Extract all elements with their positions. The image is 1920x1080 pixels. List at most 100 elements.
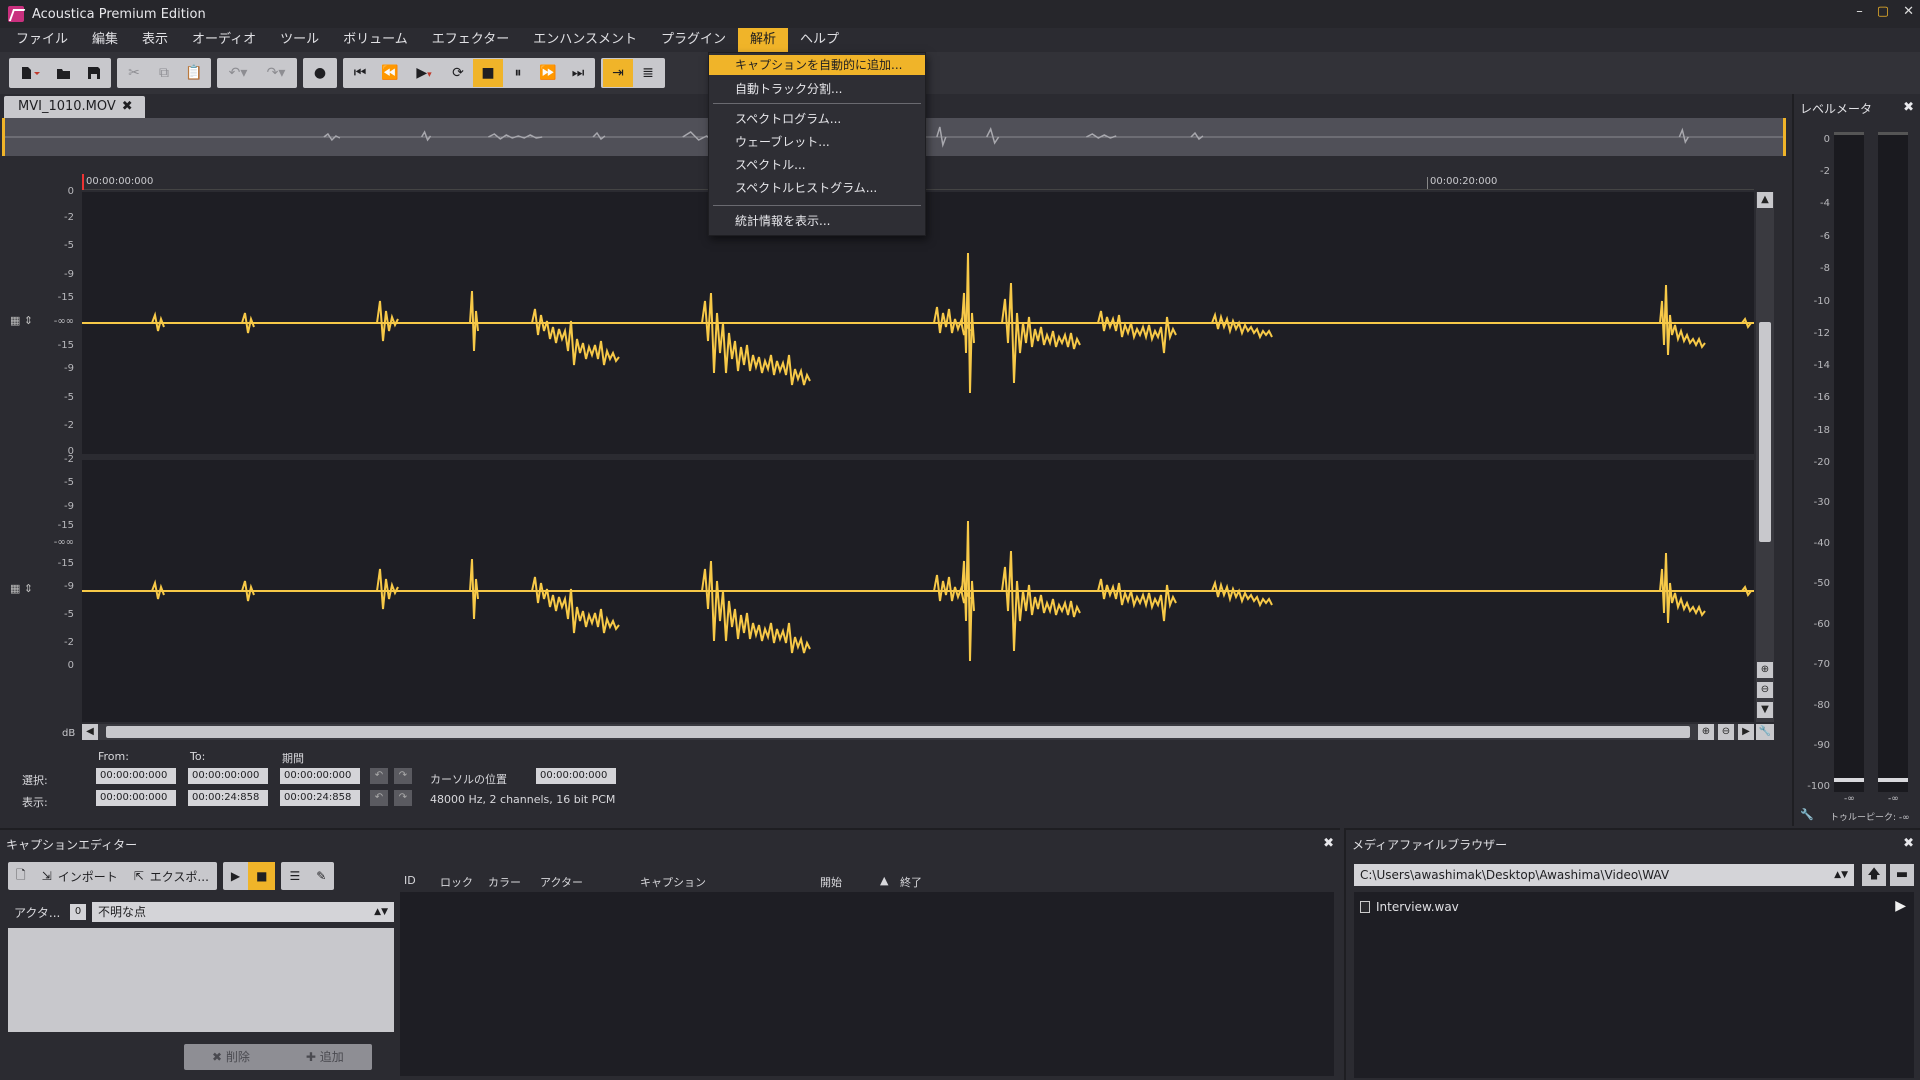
close-button[interactable]: ✕: [1903, 4, 1914, 19]
caption-editor-close-icon[interactable]: ✖: [1323, 836, 1334, 851]
menu-enhancement[interactable]: エンハンスメント: [521, 28, 649, 52]
caption-new-button[interactable]: 🗋: [8, 862, 34, 890]
menu-item-spectrum-histogram[interactable]: スペクトルヒストグラム...: [709, 178, 925, 198]
col-id[interactable]: ID: [404, 874, 416, 887]
menu-file[interactable]: ファイル: [4, 28, 80, 52]
hscroll-thumb[interactable]: [106, 726, 1690, 738]
zoom-in-icon[interactable]: ⊕: [1757, 662, 1773, 678]
close-tab-icon[interactable]: ✖: [122, 99, 133, 114]
level-meter-close-icon[interactable]: ✖: [1903, 100, 1914, 115]
scroll-up-icon[interactable]: ▲: [1757, 192, 1773, 208]
menu-item-statistics[interactable]: 統計情報を表示...: [709, 211, 925, 231]
col-end[interactable]: 終了: [900, 874, 922, 890]
tab-document[interactable]: MVI_1010.MOV ✖: [4, 96, 145, 118]
maximize-button[interactable]: ▢: [1877, 4, 1889, 19]
minimize-button[interactable]: –: [1856, 4, 1863, 19]
view-redo-icon[interactable]: ↷: [394, 790, 412, 806]
magic-wand-icon: ✎: [316, 869, 327, 883]
copy-button[interactable]: ⧉: [149, 59, 179, 87]
col-color[interactable]: カラー: [488, 874, 521, 890]
paste-button[interactable]: 📋: [179, 59, 209, 87]
media-browser-close-icon[interactable]: ✖: [1903, 836, 1914, 851]
playhead[interactable]: [82, 174, 84, 190]
record-button[interactable]: ●: [305, 59, 335, 87]
caption-import-button[interactable]: ⇲ インポート: [34, 862, 126, 890]
caption-magic-button[interactable]: ✎: [308, 862, 334, 890]
follow-playback-button[interactable]: ⇥: [603, 59, 633, 87]
actor-select[interactable]: 不明な点 ▲▼: [92, 902, 394, 922]
horizontal-scrollbar[interactable]: ◀ ⊕ ⊖ ▶: [82, 724, 1754, 740]
meter-settings-icon[interactable]: 🔧: [1800, 808, 1814, 821]
h-zoom-in-icon[interactable]: ⊕: [1698, 724, 1714, 740]
media-path-select[interactable]: C:\Users\awashimak\Desktop\Awashima\Vide…: [1354, 864, 1854, 886]
go-end-button[interactable]: ⏭: [563, 59, 593, 87]
caption-list-button[interactable]: ☰: [281, 862, 308, 890]
h-zoom-out-icon[interactable]: ⊖: [1718, 724, 1734, 740]
play-button[interactable]: ▶▾: [405, 59, 443, 87]
scroll-down-icon[interactable]: ▼: [1757, 702, 1773, 718]
menu-item-spectrogram[interactable]: スペクトログラム...: [709, 109, 925, 129]
col-start[interactable]: 開始: [820, 874, 842, 890]
scroll-left-icon[interactable]: ◀: [82, 724, 98, 740]
menu-edit[interactable]: 編集: [80, 28, 130, 52]
view-duration-field[interactable]: 00:00:24:858: [280, 790, 360, 806]
menu-volume[interactable]: ボリューム: [331, 28, 420, 52]
selection-from-field[interactable]: 00:00:00:000: [96, 768, 176, 784]
folder-up-button[interactable]: 🡅: [1862, 864, 1886, 886]
waveform-channel-right[interactable]: [82, 460, 1754, 722]
menu-tools[interactable]: ツール: [268, 28, 331, 52]
cut-button[interactable]: ✂: [119, 59, 149, 87]
menu-audio[interactable]: オーディオ: [180, 28, 268, 52]
preview-play-icon[interactable]: ▶: [1895, 898, 1906, 914]
view-from-field[interactable]: 00:00:00:000: [96, 790, 176, 806]
rewind-button[interactable]: ⏪: [375, 59, 405, 87]
spectrogram-toggle-button[interactable]: ≣: [633, 59, 663, 87]
menu-item-spectrum[interactable]: スペクトル...: [709, 155, 925, 175]
col-actor[interactable]: アクター: [540, 874, 583, 890]
menu-help[interactable]: ヘルプ: [788, 28, 851, 52]
zoom-out-icon[interactable]: ⊖: [1757, 682, 1773, 698]
browse-folder-button[interactable]: ▬: [1890, 864, 1914, 886]
undo-button[interactable]: ↶▾: [219, 59, 257, 87]
caption-play-button[interactable]: ▶: [223, 862, 248, 890]
list-item[interactable]: Interview.wav: [1360, 900, 1459, 914]
scroll-right-icon[interactable]: ▶: [1738, 724, 1754, 740]
vertical-scrollbar[interactable]: ▲ ⊕ ⊖ ▼: [1756, 192, 1774, 722]
menu-analysis[interactable]: 解析: [738, 28, 789, 52]
vscroll-thumb[interactable]: [1759, 322, 1771, 542]
menu-effects[interactable]: エフェクター: [420, 28, 521, 52]
menu-view[interactable]: 表示: [130, 28, 180, 52]
view-undo-icon[interactable]: ↶: [370, 790, 388, 806]
menu-item-auto-caption[interactable]: キャプションを自動的に追加...: [709, 55, 925, 75]
col-caption[interactable]: キャプション: [640, 874, 706, 890]
media-file-list[interactable]: Interview.wav ▶: [1354, 892, 1914, 1078]
channel-1-control[interactable]: ▦ ⇕: [10, 314, 36, 332]
redo-button[interactable]: ↷▾: [257, 59, 295, 87]
selection-to-field[interactable]: 00:00:00:000: [188, 768, 268, 784]
open-button[interactable]: [49, 59, 79, 87]
menu-item-auto-split[interactable]: 自動トラック分割...: [709, 79, 925, 99]
save-button[interactable]: [79, 59, 109, 87]
selection-redo-icon[interactable]: ↷: [394, 768, 412, 784]
cursor-field[interactable]: 00:00:00:000: [536, 768, 616, 784]
caption-table[interactable]: [400, 892, 1334, 1076]
new-file-button[interactable]: [11, 59, 49, 87]
menu-plugins[interactable]: プラグイン: [649, 28, 738, 52]
loop-button[interactable]: ⟳: [443, 59, 473, 87]
wrench-icon[interactable]: 🔧: [1756, 724, 1774, 740]
caption-add-button[interactable]: ✚ 追加: [278, 1044, 372, 1070]
menu-item-wavelet[interactable]: ウェーブレット...: [709, 132, 925, 152]
stop-button[interactable]: ■: [473, 59, 503, 87]
go-start-button[interactable]: ⏮: [345, 59, 375, 87]
caption-export-button[interactable]: ⇱ エクスポ...: [126, 862, 217, 890]
col-lock[interactable]: ロック: [440, 874, 473, 890]
pause-button[interactable]: ⏸: [503, 59, 533, 87]
channel-2-control[interactable]: ▦ ⇕: [10, 582, 36, 600]
caption-stop-button[interactable]: ■: [248, 862, 276, 890]
caption-delete-button[interactable]: ✖ 削除: [184, 1044, 278, 1070]
fast-forward-button[interactable]: ⏩: [533, 59, 563, 87]
selection-duration-field[interactable]: 00:00:00:000: [280, 768, 360, 784]
view-to-field[interactable]: 00:00:24:858: [188, 790, 268, 806]
caption-text-input[interactable]: [8, 928, 394, 1032]
selection-undo-icon[interactable]: ↶: [370, 768, 388, 784]
